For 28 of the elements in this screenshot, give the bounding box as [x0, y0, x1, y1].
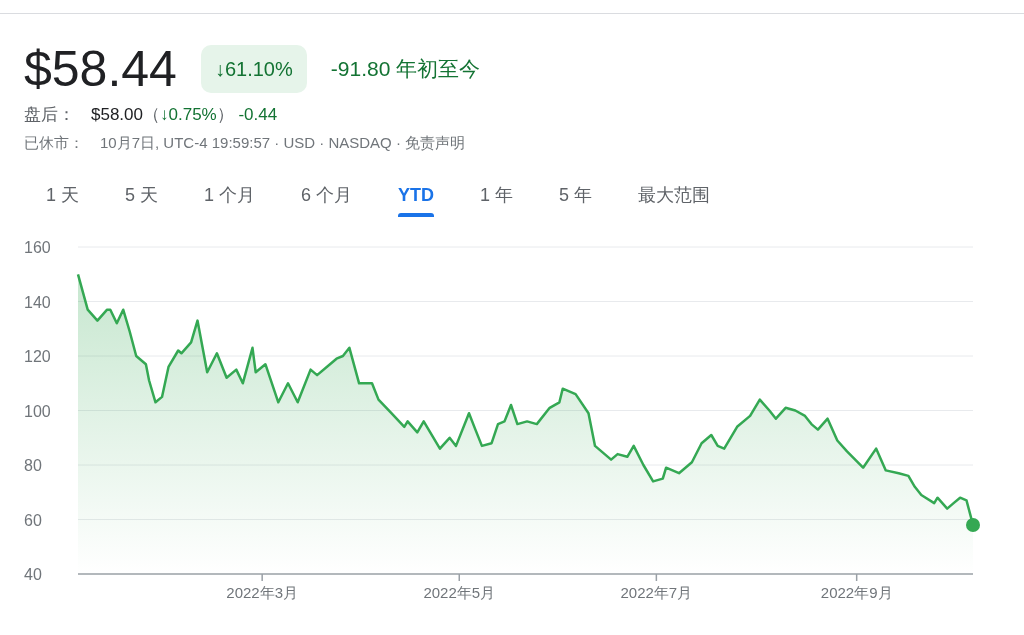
range-tab[interactable]: 1 个月 [204, 178, 256, 217]
price-change: -91.80 年初至今 [330, 56, 481, 83]
last-price-dot [966, 517, 980, 532]
range-tab[interactable]: 5 年 [559, 178, 593, 217]
axis-label: 120 [24, 348, 51, 365]
axis-label: 80 [24, 457, 42, 474]
after-hours-price: $58.00（↓0.75%） -0.44 [91, 104, 278, 126]
market-details: 10月7日, UTC-4 19:59:57 · USD · NASDAQ · [100, 132, 401, 153]
range-tab[interactable]: 5 天 [125, 178, 159, 217]
axis-label: 60 [24, 511, 42, 529]
range-tab[interactable]: 1 天 [46, 178, 79, 217]
range-tab[interactable]: 6 个月 [301, 178, 353, 217]
axis-label: 100 [24, 402, 51, 420]
range-tab[interactable]: 最大范围 [638, 178, 711, 217]
axis-label: 2022年9月 [820, 584, 893, 601]
axis-label: 160 [24, 239, 51, 256]
market-status-label: 已休市： [24, 132, 84, 153]
stock-price: $58.44 [24, 44, 177, 94]
axis-label: 2022年5月 [423, 584, 496, 601]
axis-label: 2022年3月 [226, 584, 299, 601]
range-tab[interactable]: 1 年 [480, 178, 514, 217]
range-tab[interactable]: YTD [398, 178, 435, 217]
percent-change-badge: ↓61.10% [200, 45, 307, 93]
axis-label: 2022年7月 [620, 584, 693, 601]
disclaimer-link[interactable]: 免责声明 [404, 131, 465, 154]
axis-label: 40 [24, 566, 42, 583]
after-hours-label: 盘后： [24, 104, 75, 126]
axis-label: 140 [24, 293, 51, 311]
